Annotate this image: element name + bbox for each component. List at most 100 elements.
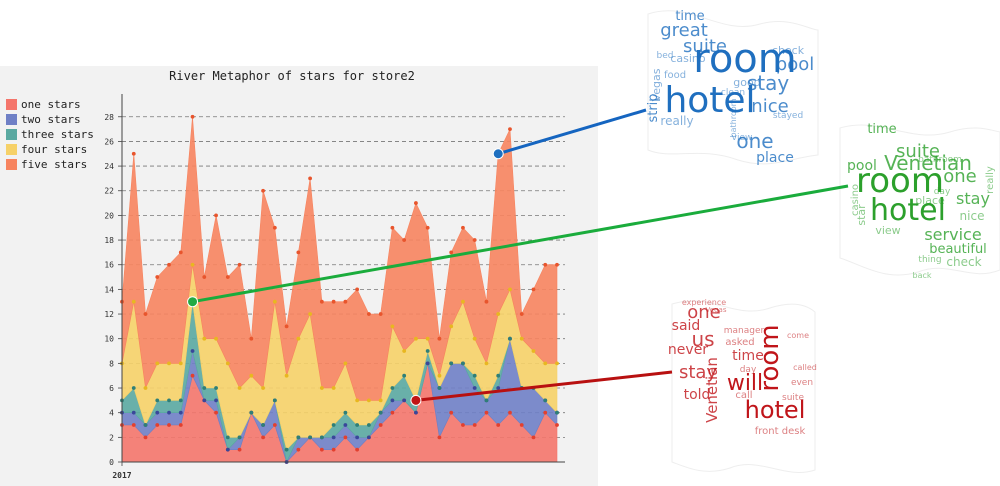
cloud-word: beautiful [929, 242, 987, 257]
point-four-stars [519, 336, 524, 341]
point-four-stars [225, 361, 230, 366]
point-four-stars [167, 361, 171, 366]
point-one-stars [461, 423, 465, 427]
point-five-stars [378, 312, 383, 316]
point-five-stars [402, 238, 407, 242]
point-one-stars [214, 410, 218, 415]
cloud-word: hotel [745, 396, 806, 424]
cloud-word: even [791, 378, 813, 388]
point-four-stars [319, 386, 324, 390]
cloud-word: hotel [664, 80, 755, 121]
cloud-word: hotel [870, 193, 946, 228]
point-four-stars [296, 336, 301, 341]
cloud-word: clean [721, 88, 745, 98]
cloud-word: never [668, 342, 708, 358]
cloud-word: one [943, 166, 977, 187]
point-one-stars [519, 423, 524, 427]
point-three-stars [366, 423, 371, 427]
point-four-stars [190, 262, 195, 267]
three-stars-cloud: roomhotel Venetianone servicebeautifulchec… [839, 122, 1000, 280]
cloud-word: check [772, 44, 805, 57]
point-four-stars [461, 299, 465, 304]
point-five-stars [437, 336, 442, 341]
point-three-stars [272, 398, 277, 403]
point-four-stars [366, 398, 371, 403]
point-four-stars [237, 386, 242, 390]
cloud-word: really [660, 114, 693, 128]
point-four-stars [331, 386, 336, 390]
point-four-stars [484, 361, 489, 366]
cloud-word: day [934, 187, 951, 197]
point-two-stars [390, 398, 395, 403]
legend-label: three stars [21, 128, 94, 141]
point-five-stars [284, 324, 289, 329]
cloud-word: pool [847, 158, 877, 174]
cloud-word: front desk [755, 426, 806, 437]
point-three-stars [437, 386, 442, 390]
cloud-word: said [672, 318, 701, 334]
cloud-word: Venetian [884, 151, 972, 175]
point-three-stars [508, 336, 512, 341]
cloud-word: nice [960, 209, 985, 223]
point-one-stars [555, 423, 559, 427]
cloud-word: room [693, 36, 796, 82]
point-one-stars [343, 435, 348, 440]
point-three-stars [178, 398, 183, 403]
cloud-word: us [691, 327, 714, 351]
cloud-word: Venetian [703, 357, 721, 423]
point-one-stars [190, 373, 195, 378]
point-five-stars [131, 151, 136, 156]
point-one-stars [155, 423, 160, 427]
point-two-stars [225, 447, 230, 452]
cloud-word: experience [682, 298, 726, 307]
cloud-word: told [684, 387, 711, 403]
cloud-word: back [912, 271, 931, 280]
point-five-stars [225, 275, 230, 279]
cloud-word: casino [850, 184, 861, 216]
point-four-stars [272, 299, 277, 304]
point-five-stars [543, 262, 548, 267]
cloud-word: manager [724, 326, 765, 336]
point-three-stars [284, 447, 289, 452]
cloud-word: suite [782, 393, 804, 403]
point-five-stars [508, 127, 512, 131]
point-four-stars [425, 336, 430, 341]
y-tick-label: 6 [109, 384, 114, 393]
cloud-word: call [735, 390, 752, 401]
point-two-stars [472, 386, 477, 390]
point-four-stars [449, 324, 454, 329]
cloud-word: bathroom [918, 155, 962, 165]
point-one-stars [272, 423, 277, 427]
cloud-word: casino [670, 52, 706, 65]
cloud-shape [647, 10, 819, 165]
cloud-word: bathroom [729, 98, 738, 137]
point-five-stars [496, 151, 501, 156]
cloud-word: view [875, 224, 900, 237]
point-three-stars [249, 410, 254, 415]
y-tick-label: 12 [104, 310, 114, 319]
point-three-stars [343, 410, 348, 415]
cloud-word: time [732, 348, 764, 364]
cloud-word: stayed [773, 111, 803, 121]
point-five-stars [167, 262, 171, 267]
y-tick-label: 18 [104, 236, 114, 245]
point-five-stars [319, 299, 324, 304]
y-tick-label: 10 [104, 335, 114, 344]
point-two-stars [178, 410, 183, 415]
river-chart: River Metaphor of stars for store2 02468… [6, 69, 565, 480]
y-tick-label: 20 [104, 211, 114, 220]
cloud-word: suite [896, 141, 940, 162]
point-four-stars [355, 398, 360, 403]
legend-swatch [6, 144, 17, 155]
cloud-word: Vegas [706, 306, 727, 314]
point-four-stars [202, 336, 207, 341]
point-two-stars [190, 349, 195, 353]
chart-panel: River Metaphor of stars for store2 02468… [0, 66, 598, 486]
point-two-stars [366, 435, 371, 440]
point-five-stars [214, 213, 218, 218]
cloud-word: stay [747, 71, 790, 95]
cloud-word: strip [646, 93, 661, 122]
point-one-stars [143, 435, 148, 440]
point-three-stars [355, 423, 360, 427]
point-four-stars [531, 349, 536, 353]
